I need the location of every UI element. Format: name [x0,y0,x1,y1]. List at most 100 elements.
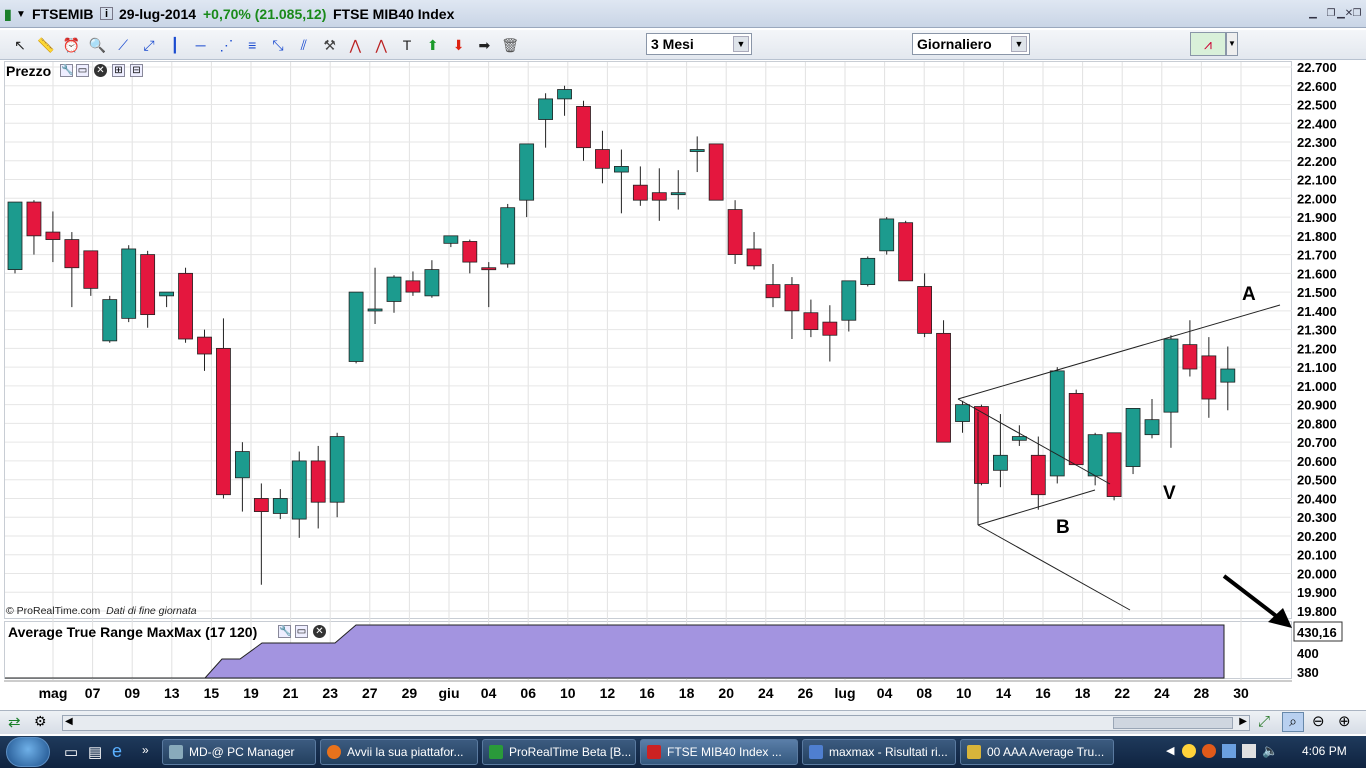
settings-icon[interactable]: ⚙ [34,713,47,730]
network-icon[interactable] [1242,744,1256,758]
candle-body[interactable] [367,308,383,312]
tray-app-icon[interactable] [1222,744,1236,758]
wrench-icon[interactable]: 🔧 [278,625,291,638]
tray-expand-icon[interactable]: ◀ [1166,744,1174,757]
candle-body[interactable] [197,336,212,355]
candle-body[interactable] [727,209,743,255]
close-panel-icon[interactable]: ✕ [94,64,107,77]
candle-body[interactable] [102,299,118,342]
candle-body[interactable] [746,248,762,267]
candle-body[interactable] [424,269,440,297]
candle-body[interactable] [1182,344,1198,370]
candle-body[interactable] [841,280,857,321]
tray-app-icon[interactable] [1202,744,1216,758]
candle-body[interactable] [1125,408,1141,467]
candle-body[interactable] [121,248,137,319]
task-ftse-chart[interactable]: FTSE MIB40 Index ... [640,739,798,765]
trend-line[interactable] [977,524,1131,611]
candle-body[interactable] [955,404,970,422]
clock[interactable]: 4:06 PM [1302,744,1347,758]
candle-body[interactable] [1106,432,1122,497]
chart-canvas[interactable]: 22.700 22.600 22.500 22.400 22.300 22.200 22.1… [0,0,1366,710]
candle-body[interactable] [576,105,591,149]
candle-body[interactable] [253,498,269,512]
task-average-true[interactable]: 00 AAA Average Tru... [960,739,1114,765]
zoom-fit-icon[interactable]: ⌕ [1282,712,1304,732]
candle-body[interactable] [1087,434,1103,477]
candle-body[interactable] [651,192,667,201]
candle-body[interactable] [310,460,326,503]
candle-body[interactable] [216,347,231,496]
candle-body[interactable] [595,149,610,169]
show-desktop-icon[interactable]: ▭ [64,743,78,761]
candle-body[interactable] [784,284,800,312]
layout-icon[interactable]: ⇄ [8,713,21,731]
start-button[interactable] [6,737,50,767]
candle-body[interactable] [83,250,99,289]
candle-body[interactable] [670,192,686,196]
candle-body[interactable] [140,254,156,316]
candle-body[interactable] [708,143,724,201]
trend-line[interactable] [957,304,1281,400]
candle-body[interactable] [614,166,629,173]
candle-body[interactable] [462,241,478,263]
candle-body[interactable] [234,451,250,479]
candle-body[interactable] [1220,368,1236,383]
candle-body[interactable] [1068,392,1084,466]
candle-body[interactable] [1049,370,1065,477]
candle-body[interactable] [1144,419,1160,436]
candle-body[interactable] [1201,355,1217,400]
candle-body[interactable] [632,184,648,201]
candle-body[interactable] [1011,436,1027,441]
task-prorealtime[interactable]: ProRealTime Beta [B... [482,739,636,765]
candle-body[interactable] [879,218,895,252]
zoom-out-icon[interactable]: ⊖ [1312,712,1325,730]
more-icon[interactable]: » [142,743,149,757]
candle-body[interactable] [481,267,497,271]
candle-body[interactable] [936,332,951,443]
candle-body[interactable] [974,406,989,484]
collapse-icon[interactable]: ⊟ [130,64,143,77]
candle-body[interactable] [765,284,781,299]
window-icon[interactable]: ▭ [76,64,89,77]
candle-body[interactable] [1030,454,1046,496]
candle-body[interactable] [386,276,402,302]
expand-icon[interactable]: ⊞ [112,64,125,77]
candle-body[interactable] [329,436,345,503]
scroll-left-icon[interactable]: ◀ [65,716,73,727]
explorer-icon[interactable]: ▤ [88,743,102,761]
task-firefox[interactable]: Avvii la sua piattafor... [320,739,478,765]
candle-body[interactable] [538,98,553,120]
trend-line[interactable] [977,489,1096,526]
candle-body[interactable] [860,257,876,285]
candle-body[interactable] [557,89,572,100]
candle-body[interactable] [348,291,364,362]
volume-icon[interactable]: 🔈 [1262,743,1278,759]
task-md-pc-manager[interactable]: MD-@ PC Manager [162,739,316,765]
autoscale-icon[interactable]: ⤢ [1258,713,1270,730]
scroll-right-icon[interactable]: ▶ [1239,716,1247,727]
zoom-in-icon[interactable]: ⊕ [1338,712,1351,730]
candle-body[interactable] [272,498,288,514]
candle-body[interactable] [45,231,61,240]
scroll-thumb[interactable] [1113,717,1233,729]
candle-body[interactable] [291,460,307,520]
close-panel-icon[interactable]: ✕ [313,625,326,638]
candle-body[interactable] [64,239,80,269]
candle-body[interactable] [993,454,1008,471]
ie-icon[interactable]: e [112,741,122,762]
candle-body[interactable] [803,312,819,331]
candle-body[interactable] [159,291,175,297]
tray-app-icon[interactable] [1182,744,1196,758]
candle-body[interactable] [519,143,535,201]
candle-body[interactable] [500,207,516,265]
wrench-icon[interactable]: 🔧 [60,64,73,77]
candle-body[interactable] [1163,338,1179,413]
candle-body[interactable] [822,321,838,336]
candle-body[interactable] [898,222,914,282]
horizontal-scrollbar[interactable]: ◀ ▶ [62,715,1250,731]
window-icon[interactable]: ▭ [295,625,308,638]
candle-body[interactable] [7,201,23,270]
candle-body[interactable] [178,272,193,340]
candle-body[interactable] [26,201,42,237]
